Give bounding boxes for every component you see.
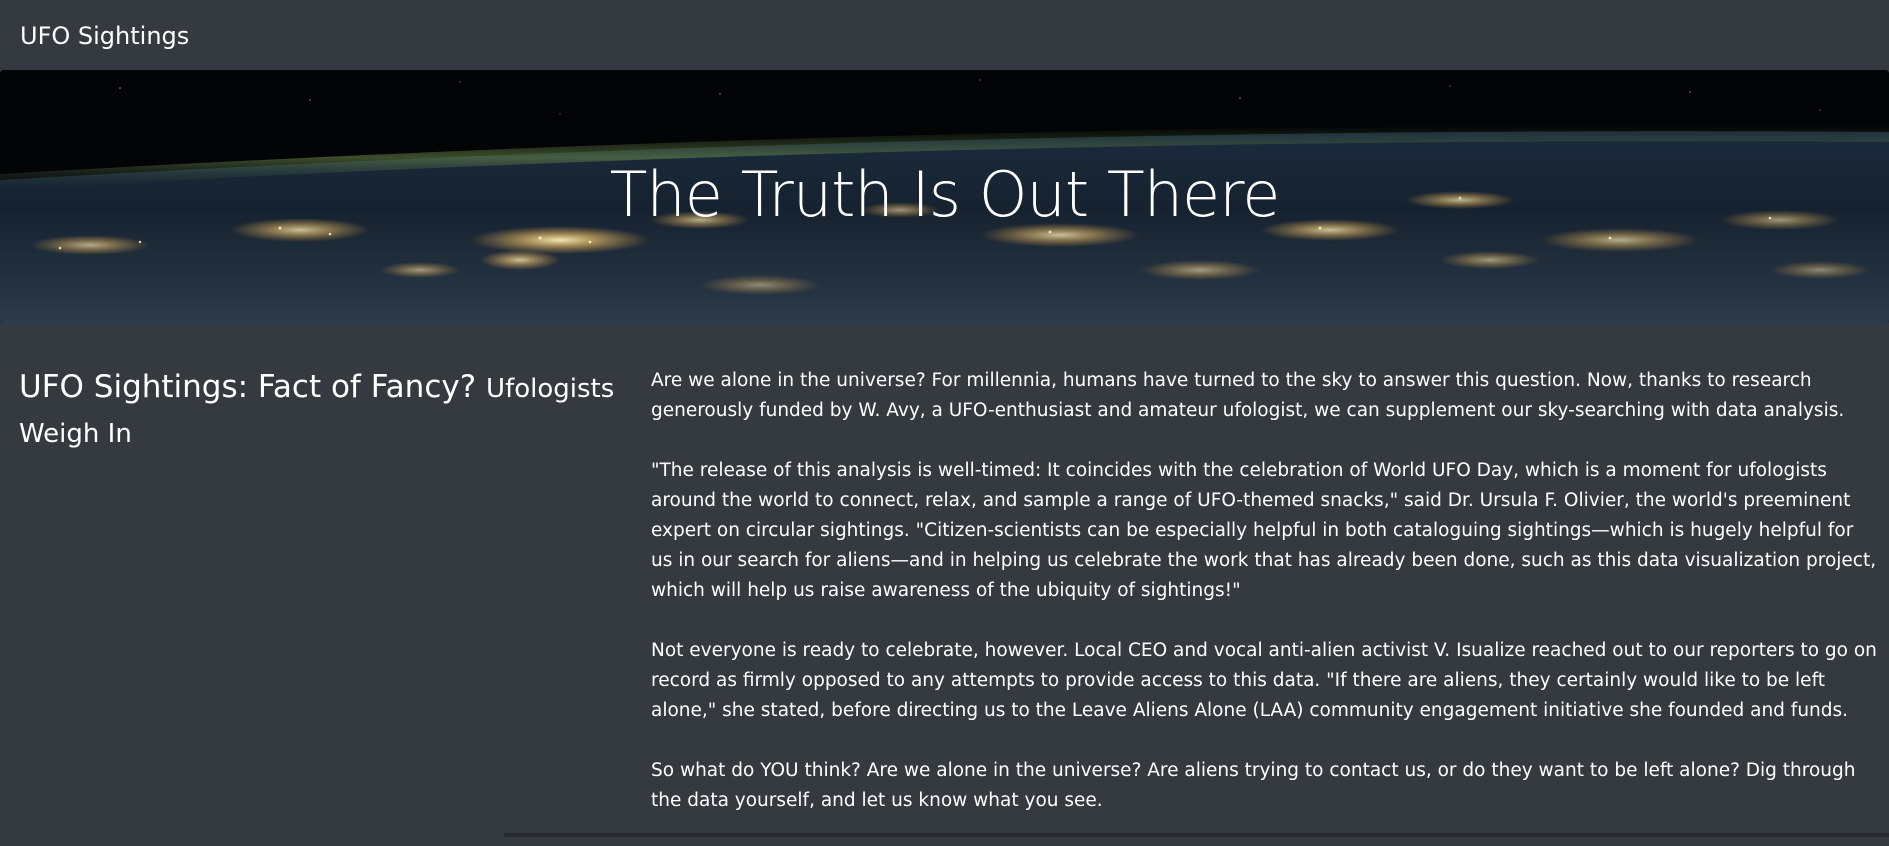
navbar-brand-link[interactable]: UFO Sightings	[20, 22, 189, 50]
article-paragraph: "The release of this analysis is well-ti…	[651, 460, 1877, 601]
page-headline: UFO Sightings: Fact of Fancy? Ufologists…	[19, 366, 619, 456]
article-paragraph: Are we alone in the universe? For millen…	[651, 370, 1845, 421]
hero-title: The Truth Is Out There	[609, 158, 1281, 231]
article-body: Are we alone in the universe? For millen…	[651, 366, 1879, 846]
article-paragraph: Not everyone is ready to celebrate, howe…	[651, 640, 1877, 721]
headline-main: UFO Sightings: Fact of Fancy?	[19, 369, 477, 405]
hero-banner: The Truth Is Out There	[0, 70, 1889, 324]
content-divider	[504, 833, 1889, 837]
navbar: UFO Sightings	[0, 0, 1889, 70]
article-paragraph: So what do YOU think? Are we alone in th…	[651, 760, 1856, 811]
